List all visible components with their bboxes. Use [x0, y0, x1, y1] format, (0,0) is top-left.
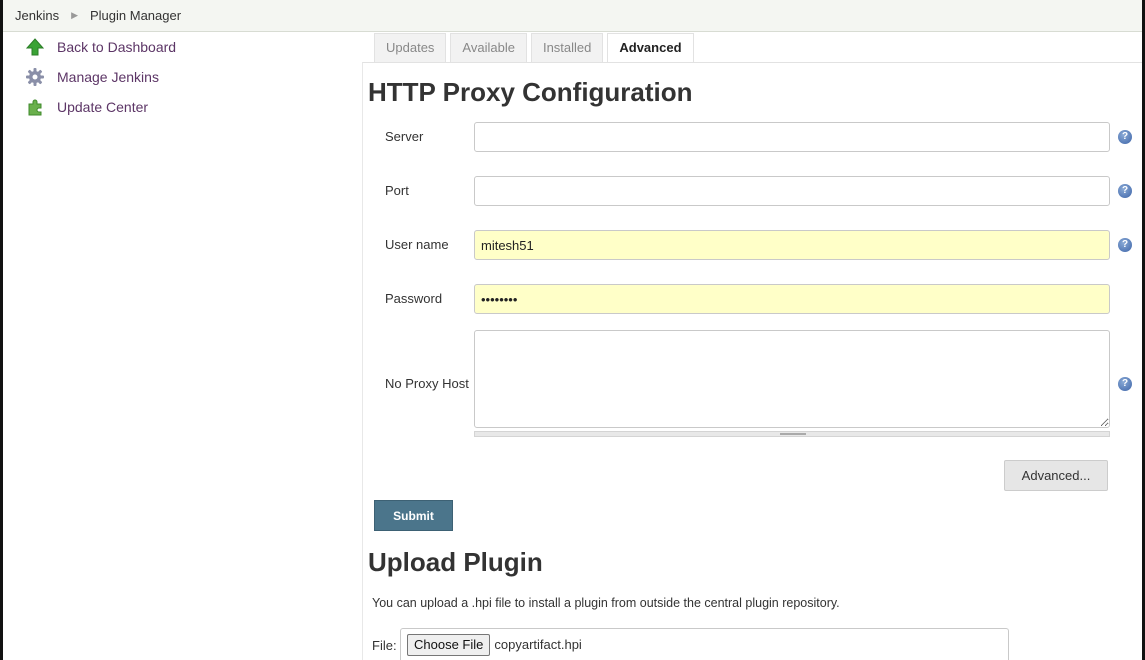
- help-icon[interactable]: ?: [1118, 238, 1132, 252]
- breadcrumb: Jenkins ▶ Plugin Manager: [3, 0, 1142, 32]
- sidebar-item-label: Manage Jenkins: [57, 69, 159, 85]
- no-proxy-host-textarea[interactable]: [474, 330, 1110, 428]
- plugin-manager-tabs: Updates Available Installed Advanced: [374, 33, 698, 63]
- selected-file-name: copyartifact.hpi: [494, 637, 582, 652]
- username-input[interactable]: [474, 230, 1110, 260]
- help-icon[interactable]: ?: [1118, 377, 1132, 391]
- up-arrow-icon: [25, 37, 45, 57]
- password-input[interactable]: [474, 284, 1110, 314]
- chevron-right-icon: ▶: [71, 10, 78, 20]
- port-label: Port: [385, 183, 409, 198]
- sidebar-item-label: Back to Dashboard: [57, 39, 177, 55]
- password-label: Password: [385, 291, 443, 306]
- file-label: File:: [372, 638, 397, 653]
- tab-available[interactable]: Available: [450, 33, 527, 63]
- choose-file-button[interactable]: Choose File: [407, 633, 491, 656]
- sidebar: Back to Dashboard Manage Jenkins Update …: [3, 32, 358, 122]
- tab-advanced[interactable]: Advanced: [607, 33, 694, 63]
- sidebar-item-manage-jenkins[interactable]: Manage Jenkins: [3, 62, 358, 92]
- puzzle-icon: [25, 97, 45, 117]
- grip-icon: [780, 433, 806, 435]
- breadcrumb-plugin-manager[interactable]: Plugin Manager: [90, 8, 181, 23]
- proxy-section-title: HTTP Proxy Configuration: [368, 77, 693, 107]
- sidebar-item-label: Update Center: [57, 99, 149, 115]
- submit-button[interactable]: Submit: [374, 500, 453, 531]
- tab-updates[interactable]: Updates: [374, 33, 447, 63]
- upload-section-title: Upload Plugin: [368, 547, 543, 577]
- help-icon[interactable]: ?: [1118, 184, 1132, 198]
- no-proxy-host-label: No Proxy Host: [385, 376, 469, 391]
- breadcrumb-jenkins[interactable]: Jenkins: [15, 8, 59, 23]
- server-input[interactable]: [474, 122, 1110, 152]
- username-label: User name: [385, 237, 449, 252]
- gear-icon: [25, 67, 45, 87]
- advanced-button[interactable]: Advanced...: [1004, 460, 1108, 491]
- sidebar-item-update-center[interactable]: Update Center: [3, 92, 358, 122]
- help-icon[interactable]: ?: [1118, 130, 1132, 144]
- upload-description: You can upload a .hpi file to install a …: [372, 596, 840, 610]
- textarea-resize-handle[interactable]: [474, 431, 1110, 437]
- sidebar-item-back-to-dashboard[interactable]: Back to Dashboard: [3, 32, 358, 62]
- file-input[interactable]: Choose File copyartifact.hpi: [400, 628, 1009, 660]
- tab-installed[interactable]: Installed: [530, 33, 604, 63]
- port-input[interactable]: [474, 176, 1110, 206]
- server-label: Server: [385, 129, 424, 144]
